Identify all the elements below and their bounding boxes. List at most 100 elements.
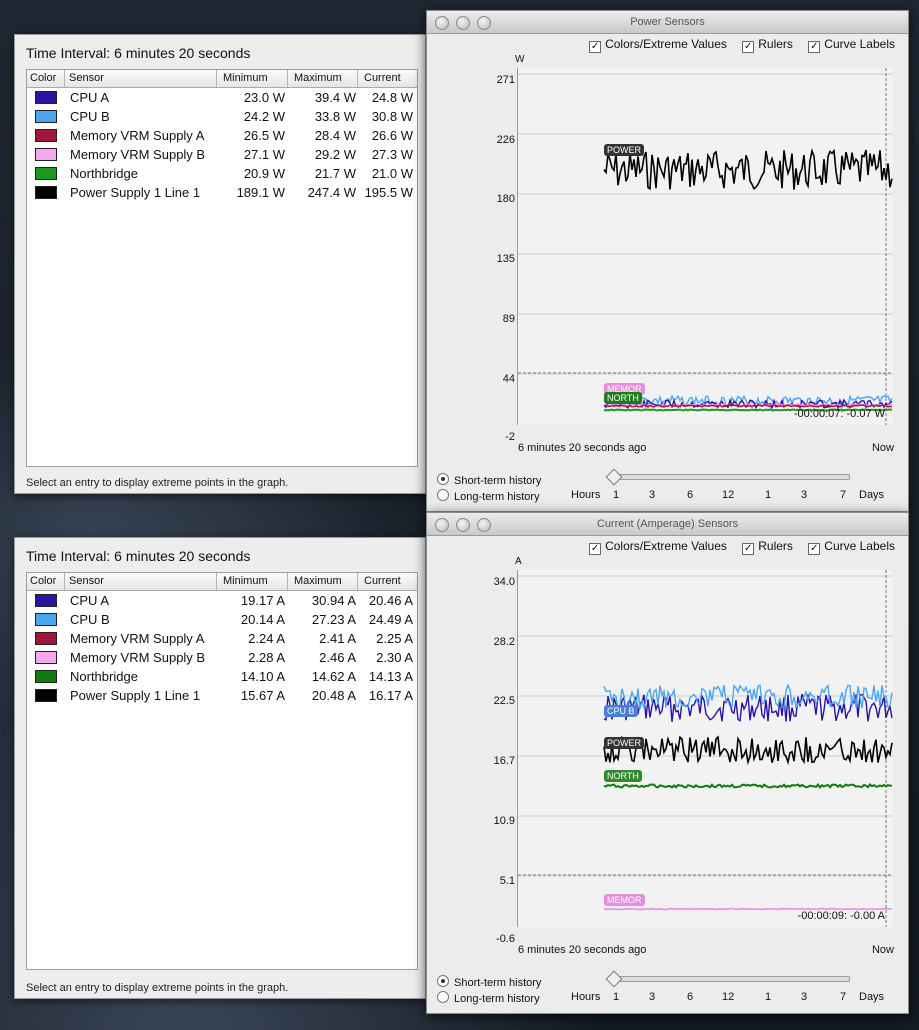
col-color[interactable]: Color	[30, 575, 56, 587]
rulers-checkbox[interactable]: ✓ Rulers	[742, 539, 793, 555]
time-interval-label: Time Interval: 6 minutes 20 seconds	[26, 548, 251, 564]
power-graph[interactable]: POWER MEMOR NORTH -00:00:07: -0.07 W	[517, 68, 893, 425]
sensor-name: Memory VRM Supply B	[70, 147, 206, 162]
current-value: 24.49 A	[368, 612, 413, 627]
table-row[interactable]: Memory VRM Supply B 27.1 W 29.2 W 27.3 W	[27, 145, 417, 164]
history-slider[interactable]	[608, 976, 850, 982]
color-swatch	[35, 91, 57, 104]
current-value: 27.3 W	[371, 147, 413, 162]
cursor-readout: -00:00:07: -0.07 W	[793, 408, 885, 420]
color-swatch	[35, 110, 57, 123]
curve-labels-checkbox[interactable]: ✓ Curve Labels	[808, 37, 895, 53]
power-sensors-window: Power Sensors ✓ Colors/Extreme Values ✓ Ru…	[426, 10, 909, 512]
table-row[interactable]: Power Supply 1 Line 1 189.1 W 247.4 W 195.5…	[27, 183, 417, 202]
min-value: 19.17 A	[240, 593, 285, 608]
slider-knob[interactable]	[605, 468, 623, 486]
current-sensors-window: Current (Amperage) Sensors ✓ Colors/Extre…	[426, 512, 909, 1014]
range-end-label: Now	[871, 442, 894, 454]
table-row[interactable]: CPU B 24.2 W 33.8 W 30.8 W	[27, 107, 417, 126]
current-value: 30.8 W	[371, 109, 413, 124]
graph-options: ✓ Colors/Extreme Values ✓ Rulers ✓ Curve La…	[577, 37, 895, 53]
sensor-table: Color Sensor Minimum Maximum Current CPU…	[26, 69, 418, 467]
min-value: 20.14 A	[240, 612, 285, 627]
table-row[interactable]: CPU A 23.0 W 39.4 W 24.8 W	[27, 88, 417, 107]
footer-hint: Select an entry to display extreme point…	[26, 477, 289, 489]
col-current[interactable]: Current	[364, 575, 401, 587]
zoom-button[interactable]	[477, 518, 491, 532]
color-swatch	[35, 129, 57, 142]
history-slider[interactable]	[608, 474, 850, 480]
colors-extreme-checkbox[interactable]: ✓ Colors/Extreme Values	[589, 37, 727, 53]
max-value: 28.4 W	[314, 128, 356, 143]
col-minimum[interactable]: Minimum	[223, 575, 268, 587]
table-row[interactable]: CPU B 20.14 A 27.23 A 24.49 A	[27, 610, 417, 629]
col-sensor[interactable]: Sensor	[69, 72, 104, 84]
title-bar[interactable]: Power Sensors	[427, 11, 908, 34]
table-header: Color Sensor Minimum Maximum Current	[27, 70, 417, 88]
range-start-label: 6 minutes 20 seconds ago	[518, 442, 647, 454]
table-row[interactable]: Northbridge 14.10 A 14.62 A 14.13 A	[27, 667, 417, 686]
y-tick: 16.7	[493, 755, 515, 767]
y-tick: 22.5	[493, 695, 515, 707]
close-button[interactable]	[435, 16, 449, 30]
y-tick: 271	[496, 74, 515, 86]
min-value: 189.1 W	[236, 185, 285, 200]
col-color[interactable]: Color	[30, 72, 56, 84]
rulers-checkbox[interactable]: ✓ Rulers	[742, 37, 793, 53]
sensor-trace	[603, 735, 893, 766]
table-row[interactable]: Memory VRM Supply A 26.5 W 28.4 W 26.6 W	[27, 126, 417, 145]
cursor-readout: -00:00:09: -0.00 A	[797, 910, 885, 922]
min-value: 27.1 W	[243, 147, 285, 162]
window-title: Power Sensors	[630, 16, 705, 28]
color-swatch	[35, 651, 57, 664]
curve-labels-checkbox[interactable]: ✓ Curve Labels	[808, 539, 895, 555]
slider-knob[interactable]	[605, 970, 623, 988]
y-tick: 180	[496, 193, 515, 205]
min-value: 20.9 W	[243, 166, 285, 181]
table-row[interactable]: Power Supply 1 Line 1 15.67 A 20.48 A 16.17…	[27, 686, 417, 705]
curve-label-power: POWER	[604, 737, 645, 749]
table-row[interactable]: Northbridge 20.9 W 21.7 W 21.0 W	[27, 164, 417, 183]
min-value: 15.67 A	[240, 688, 285, 703]
color-swatch	[35, 689, 57, 702]
long-term-radio[interactable]: Long-term history	[437, 488, 540, 503]
current-value: 2.25 A	[376, 631, 413, 646]
color-swatch	[35, 186, 57, 199]
power-sensor-table-panel: Time Interval: 6 minutes 20 seconds Colo…	[14, 34, 426, 494]
col-maximum[interactable]: Maximum	[294, 72, 342, 84]
long-term-radio[interactable]: Long-term history	[437, 990, 540, 1005]
max-value: 30.94 A	[311, 593, 356, 608]
current-value: 21.0 W	[371, 166, 413, 181]
title-bar[interactable]: Current (Amperage) Sensors	[427, 513, 908, 536]
current-value: 26.6 W	[371, 128, 413, 143]
table-row[interactable]: Memory VRM Supply A 2.24 A 2.41 A 2.25 A	[27, 629, 417, 648]
graph-canvas	[518, 68, 893, 425]
short-term-radio[interactable]: Short-term history	[437, 472, 541, 487]
col-maximum[interactable]: Maximum	[294, 575, 342, 587]
color-swatch	[35, 167, 57, 180]
sensor-name: Northbridge	[70, 669, 138, 684]
colors-extreme-checkbox[interactable]: ✓ Colors/Extreme Values	[589, 539, 727, 555]
y-tick: -2	[505, 431, 515, 443]
max-value: 247.4 W	[307, 185, 356, 200]
color-swatch	[35, 148, 57, 161]
max-value: 21.7 W	[314, 166, 356, 181]
col-sensor[interactable]: Sensor	[69, 575, 104, 587]
curve-label-north: NORTH	[604, 770, 642, 782]
current-value: 24.8 W	[371, 90, 413, 105]
close-button[interactable]	[435, 518, 449, 532]
sensor-name: Northbridge	[70, 166, 138, 181]
table-row[interactable]: CPU A 19.17 A 30.94 A 20.46 A	[27, 591, 417, 610]
current-graph[interactable]: CPU B POWER NORTH MEMOR -00:00:09: -0.00…	[517, 570, 893, 927]
max-value: 33.8 W	[314, 109, 356, 124]
minimize-button[interactable]	[456, 16, 470, 30]
current-value: 20.46 A	[368, 593, 413, 608]
min-value: 26.5 W	[243, 128, 285, 143]
y-tick: 135	[496, 253, 515, 265]
zoom-button[interactable]	[477, 16, 491, 30]
col-current[interactable]: Current	[364, 72, 401, 84]
col-minimum[interactable]: Minimum	[223, 72, 268, 84]
minimize-button[interactable]	[456, 518, 470, 532]
short-term-radio[interactable]: Short-term history	[437, 974, 541, 989]
table-row[interactable]: Memory VRM Supply B 2.28 A 2.46 A 2.30 A	[27, 648, 417, 667]
